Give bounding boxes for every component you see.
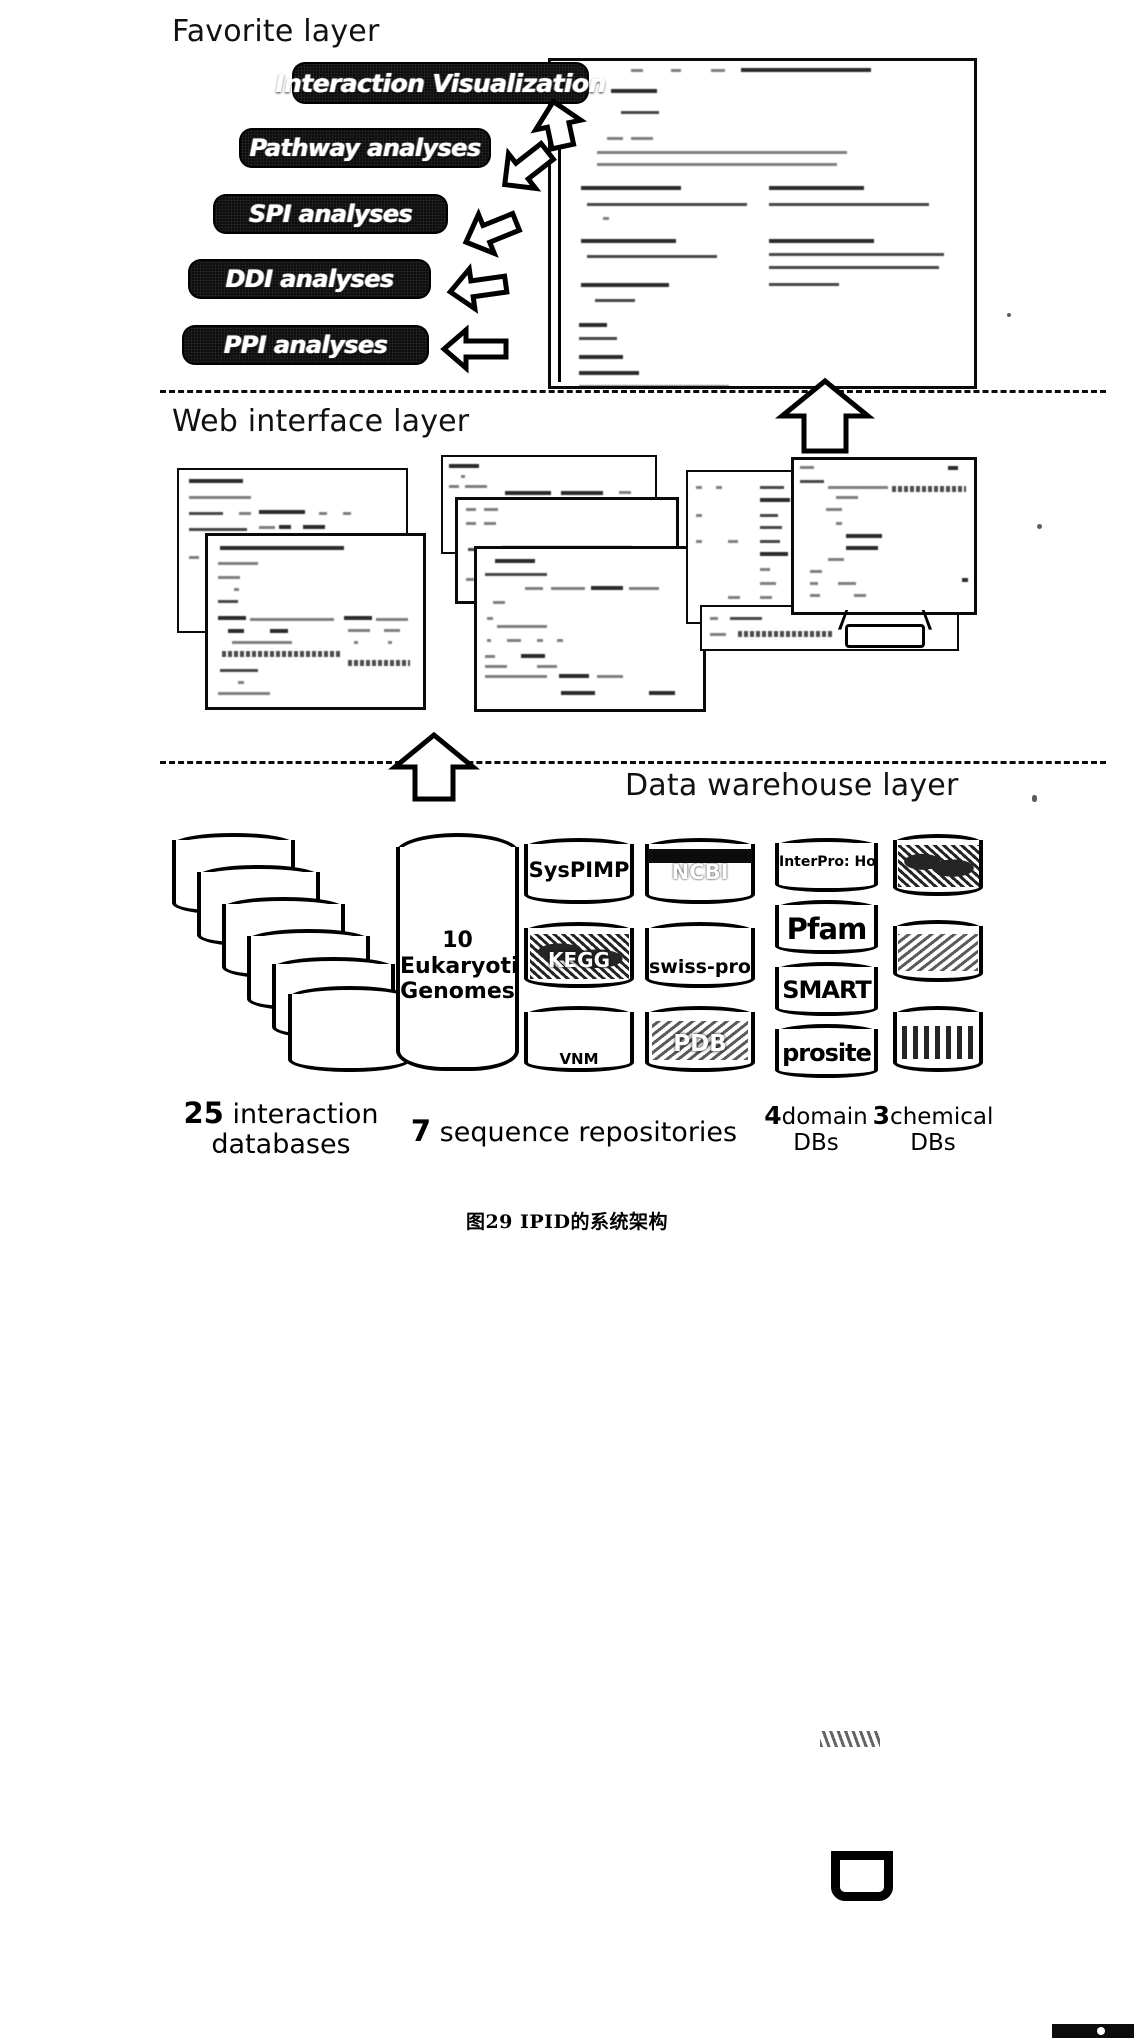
- module-pathway-analyses[interactable]: Pathway analyses: [239, 128, 491, 168]
- db-pdb: PDB: [645, 1006, 755, 1072]
- figure-caption: 图29 IPID的系统架构: [465, 1211, 669, 1233]
- db-vnm: VNM: [524, 1006, 1134, 2038]
- caption-count: 7: [410, 1114, 432, 1148]
- web-window-content: [477, 549, 703, 709]
- db-label: prosite: [782, 1039, 872, 1068]
- web-window-content: [208, 536, 423, 707]
- monitor-base: [845, 624, 925, 648]
- db-label: KEGG: [548, 948, 610, 973]
- arrow-to-ddi: [446, 263, 510, 314]
- chemical-db-art: [898, 933, 978, 971]
- caption-text: sequence repositories: [439, 1117, 738, 1148]
- divider-web-data: [160, 761, 1106, 764]
- scan-speck: [1007, 313, 1011, 317]
- db-prosite: prosite: [775, 1024, 878, 1078]
- genome-glyph: [831, 1851, 893, 1901]
- module-ppi-analyses[interactable]: PPI analyses: [182, 325, 429, 365]
- db-ncbi: NCBI: [645, 838, 755, 904]
- scan-speck: [1032, 795, 1037, 802]
- db-eukaryotic-genomes: 10 Eukaryotic Genomes: [396, 833, 893, 1901]
- arrow-web-to-favorite: [774, 377, 876, 454]
- module-label: DDI analyses: [225, 265, 394, 293]
- data-warehouse-layer-title: Data warehouse layer: [625, 768, 959, 803]
- arrow-to-spi: [460, 206, 523, 258]
- web-window-content: [794, 460, 974, 612]
- caption-text: domain: [781, 1104, 868, 1130]
- caption-count: 3: [872, 1101, 891, 1130]
- db-label: SMART: [782, 976, 872, 1005]
- caption-count: 25: [183, 1096, 224, 1130]
- caption-count: 4: [764, 1101, 782, 1130]
- arrow-to-ppi: [440, 324, 510, 374]
- module-spi-analyses[interactable]: SPI analyses: [213, 194, 448, 234]
- db-label: PDB: [673, 1031, 727, 1058]
- module-label: Pathway analyses: [249, 134, 481, 162]
- divider-favorite-web: [160, 390, 1106, 393]
- module-ddi-analyses[interactable]: DDI analyses: [188, 259, 431, 299]
- db-chemical-2: [893, 920, 983, 982]
- web-interface-layer-title: Web interface layer: [172, 404, 470, 439]
- web-window-right-front-monitor[interactable]: [791, 457, 977, 615]
- db-swiss-prot: swiss-prot: [645, 922, 755, 988]
- db-pfam: Pfam: [775, 900, 878, 954]
- arrow-to-pathway: [495, 139, 557, 196]
- db-label: InterPro: Home: [779, 854, 874, 871]
- chemical-db-art: [902, 1025, 974, 1059]
- result-screenshot-content: [551, 61, 974, 386]
- db-chemical-3: [893, 1006, 983, 1072]
- web-window-middle-front[interactable]: [474, 546, 706, 712]
- db-label: SysPIMP: [528, 857, 630, 882]
- favorite-layer-title: Favorite layer: [172, 14, 380, 49]
- db-interpro: InterPro: Home: [775, 838, 878, 892]
- scan-speck: [1037, 524, 1042, 529]
- caption-text-2: databases: [211, 1129, 351, 1161]
- module-label: PPI analyses: [223, 331, 388, 359]
- db-interaction-6: [288, 986, 411, 1072]
- interaction-result-screenshot[interactable]: [548, 58, 977, 389]
- caption-chemical-dbs: 3chemical DBs: [870, 1102, 996, 1157]
- db-chemical-1: [893, 834, 983, 896]
- caption-sequence-repositories: 7 sequence repositories: [400, 1115, 748, 1148]
- caption-text-2: DBs: [910, 1129, 956, 1156]
- db-label: 10 Eukaryotic Genomes: [400, 928, 515, 1005]
- db-label: swiss-prot: [649, 956, 751, 979]
- db-kegg: KEGG: [524, 922, 634, 988]
- caption-text-2: DBs: [793, 1129, 839, 1156]
- caption-text: interaction: [232, 1099, 379, 1130]
- db-label: VNM: [559, 1049, 599, 1068]
- arrow-data-to-web: [388, 731, 480, 802]
- vnm-band: [1052, 2024, 1134, 2038]
- caption-text: chemical: [890, 1104, 994, 1130]
- db-label: NCBI: [671, 860, 729, 885]
- vnm-dot: [1097, 2027, 1105, 2035]
- db-label: Pfam: [786, 911, 868, 946]
- db-syspimp: SysPIMP: [524, 838, 634, 904]
- chemical-db-art: [897, 845, 979, 888]
- db-smart: SMART: [775, 962, 878, 1016]
- cylinder-body: [288, 993, 411, 1072]
- genome-smudge: [820, 1731, 880, 1747]
- caption-interaction-databases: 25 interaction databases: [168, 1097, 394, 1160]
- module-label: SPI analyses: [248, 200, 413, 228]
- caption-domain-dbs: 4domain DBs: [757, 1102, 875, 1157]
- module-label: Interaction Visualization: [275, 68, 606, 98]
- web-window-left-front[interactable]: [205, 533, 426, 710]
